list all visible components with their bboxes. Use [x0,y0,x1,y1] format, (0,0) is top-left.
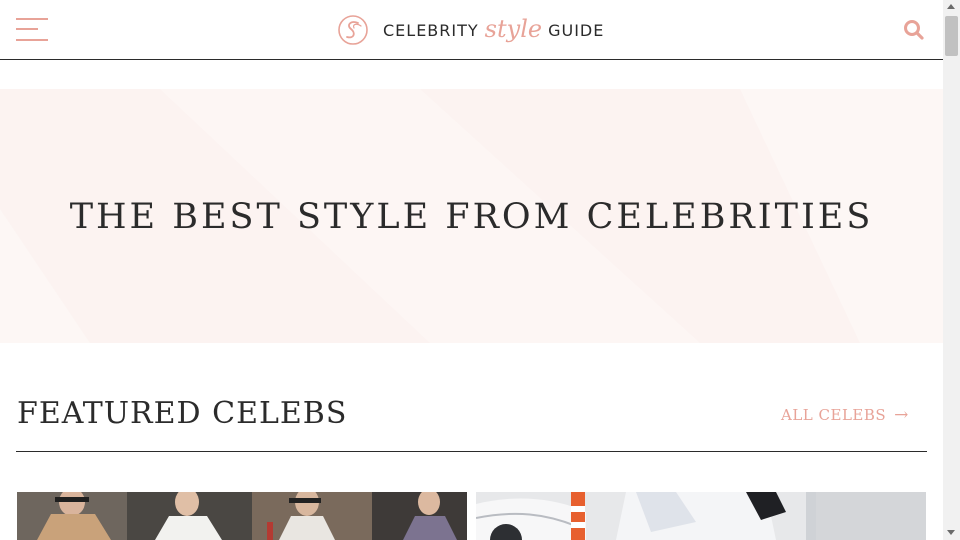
scroll-down-arrow-icon[interactable] [947,530,955,535]
section-divider [16,451,927,452]
featured-celebs-heading: FEATURED CELEBS [17,396,348,431]
all-celebs-link[interactable]: ALL CELEBS → [781,405,909,425]
menu-line [16,39,48,41]
logo-word-celebrity: CELEBRITY [383,20,479,40]
scrollbar-thumb[interactable] [945,16,958,56]
scroll-up-arrow-icon[interactable] [947,4,955,9]
celeb-photo-collage [17,492,467,540]
menu-line [16,18,48,20]
site-logo[interactable]: CELEBRITY style GUIDE [337,8,604,52]
menu-line [16,28,38,30]
page-scrollbar[interactable] [943,0,960,540]
site-header: CELEBRITY style GUIDE [0,0,943,60]
hero-banner: THE BEST STYLE FROM CELEBRITIES [0,89,943,343]
celeb-photo-street [476,492,926,540]
logo-word-guide: GUIDE [548,20,605,40]
logo-monogram-icon [338,15,368,45]
celeb-card-image[interactable] [17,492,467,540]
celeb-card-image[interactable] [476,492,926,540]
hamburger-menu-icon[interactable] [16,17,48,43]
arrow-right-icon: → [894,405,909,425]
all-celebs-label: ALL CELEBS [781,406,887,424]
hero-title: THE BEST STYLE FROM CELEBRITIES [69,197,874,237]
search-icon[interactable] [902,18,926,42]
logo-word-style: style [484,15,543,43]
